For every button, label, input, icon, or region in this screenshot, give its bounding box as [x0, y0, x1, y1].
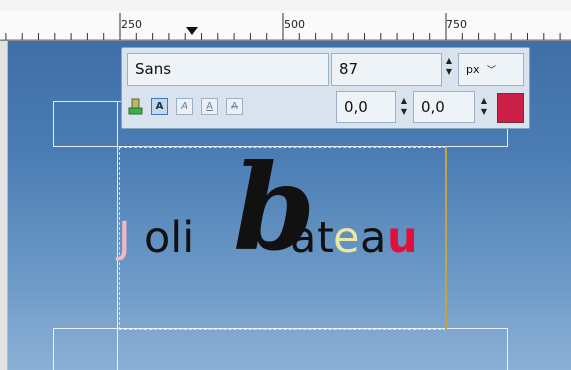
ruler-label-250: 250 [121, 18, 142, 31]
ruler-pointer-icon [186, 27, 198, 35]
canvas-text-a2: a [360, 213, 387, 263]
baseline-offset-value: 0,0 [344, 98, 368, 116]
vertical-ruler[interactable] [0, 41, 8, 370]
clear-style-button[interactable] [128, 98, 143, 115]
horizontal-ruler[interactable]: 250 500 750 [0, 11, 571, 41]
canvas-text-e: e [333, 213, 360, 263]
canvas-text-j: J [118, 213, 131, 263]
strikethrough-button[interactable]: A [226, 98, 243, 115]
chevron-down-icon: ﹀ [487, 66, 497, 76]
spin-down-icon[interactable]: ▼ [444, 66, 454, 77]
unit-dropdown[interactable]: px ﹀ [458, 53, 524, 86]
eraser-icon [128, 98, 143, 115]
font-size-value: 87 [339, 60, 359, 78]
spin-up-icon[interactable]: ▲ [399, 95, 409, 106]
layer-frame-bottom [53, 328, 508, 370]
font-name-field[interactable]: Sans [127, 53, 329, 86]
ruler-label-750: 750 [446, 18, 467, 31]
kerning-value: 0,0 [421, 98, 445, 116]
ruler-label-500: 500 [284, 18, 305, 31]
bold-button[interactable]: A [151, 98, 168, 115]
canvas-text-t: t [317, 213, 334, 263]
underline-button[interactable]: A [201, 98, 218, 115]
font-size-field[interactable]: 87 [331, 53, 442, 86]
spin-down-icon[interactable]: ▼ [479, 106, 489, 117]
spin-down-icon[interactable]: ▼ [399, 106, 409, 117]
spin-up-icon[interactable]: ▲ [444, 55, 454, 66]
unit-value: px [466, 63, 480, 76]
font-name-value: Sans [135, 60, 172, 78]
text-style-toolbar: Sans 87 ▲ ▼ px ﹀ A A A A 0,0 ▲ ▼ 0,0 ▲ ▼ [121, 47, 530, 129]
canvas-text-u: u [387, 213, 418, 263]
font-size-spinner[interactable]: ▲ ▼ [444, 55, 454, 77]
baseline-offset-field[interactable]: 0,0 [336, 91, 396, 123]
canvas-text-oli: oli [144, 213, 195, 263]
italic-button[interactable]: A [176, 98, 193, 115]
kerning-spinner[interactable]: ▲ ▼ [479, 95, 489, 117]
kerning-field[interactable]: 0,0 [413, 91, 475, 123]
text-box-resize-handle[interactable] [445, 147, 447, 330]
spin-up-icon[interactable]: ▲ [479, 95, 489, 106]
text-color-button[interactable] [497, 93, 524, 123]
baseline-spinner[interactable]: ▲ ▼ [399, 95, 409, 117]
canvas-text-a1: a [290, 213, 317, 263]
title-strip [0, 0, 571, 11]
